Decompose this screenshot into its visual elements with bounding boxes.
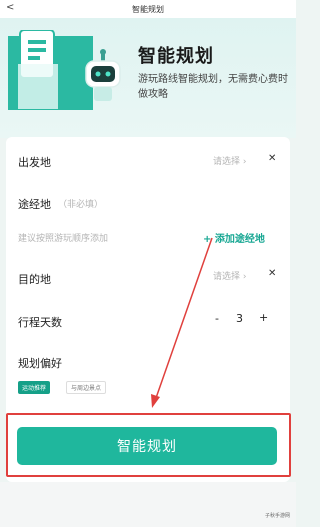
departure-select[interactable]: 请选择 › xyxy=(213,154,246,167)
bottom-strip xyxy=(0,482,296,527)
destination-clear-icon[interactable]: ✕ xyxy=(268,268,276,279)
days-plus-button[interactable]: + xyxy=(259,311,268,324)
smart-plan-button[interactable]: 智能规划 xyxy=(17,427,277,465)
add-waypoint-button[interactable]: + 添加途经地 xyxy=(203,230,265,245)
top-bar: < 智能规划 xyxy=(0,0,296,18)
days-value: 3 xyxy=(236,312,243,325)
page-title: 智能规划 xyxy=(132,4,164,14)
preference-tag[interactable]: 与周边景点 xyxy=(66,381,107,394)
destination-label: 目的地 xyxy=(18,273,51,286)
departure-clear-icon[interactable]: ✕ xyxy=(268,153,276,164)
days-label: 行程天数 xyxy=(18,316,62,329)
back-icon[interactable]: < xyxy=(6,2,14,13)
waypoint-optional: （非必填） xyxy=(58,200,104,210)
hero-title: 智能规划 xyxy=(138,46,214,67)
watermark: 子秋手游网 xyxy=(264,513,290,519)
waypoint-label: 途经地 xyxy=(18,198,51,211)
waypoint-hint: 建议按照游玩顺序添加 xyxy=(18,234,109,244)
departure-label: 出发地 xyxy=(18,156,51,169)
robot-icon xyxy=(8,29,128,115)
days-minus-button[interactable]: - xyxy=(215,312,219,325)
hero-subtitle: 游玩路线智能规划，无需费心费时做攻略 xyxy=(138,74,288,100)
preference-label: 规划偏好 xyxy=(18,357,62,370)
destination-select[interactable]: 请选择 › xyxy=(213,269,246,282)
preference-tag-active[interactable]: 运动推荐 xyxy=(18,381,51,394)
